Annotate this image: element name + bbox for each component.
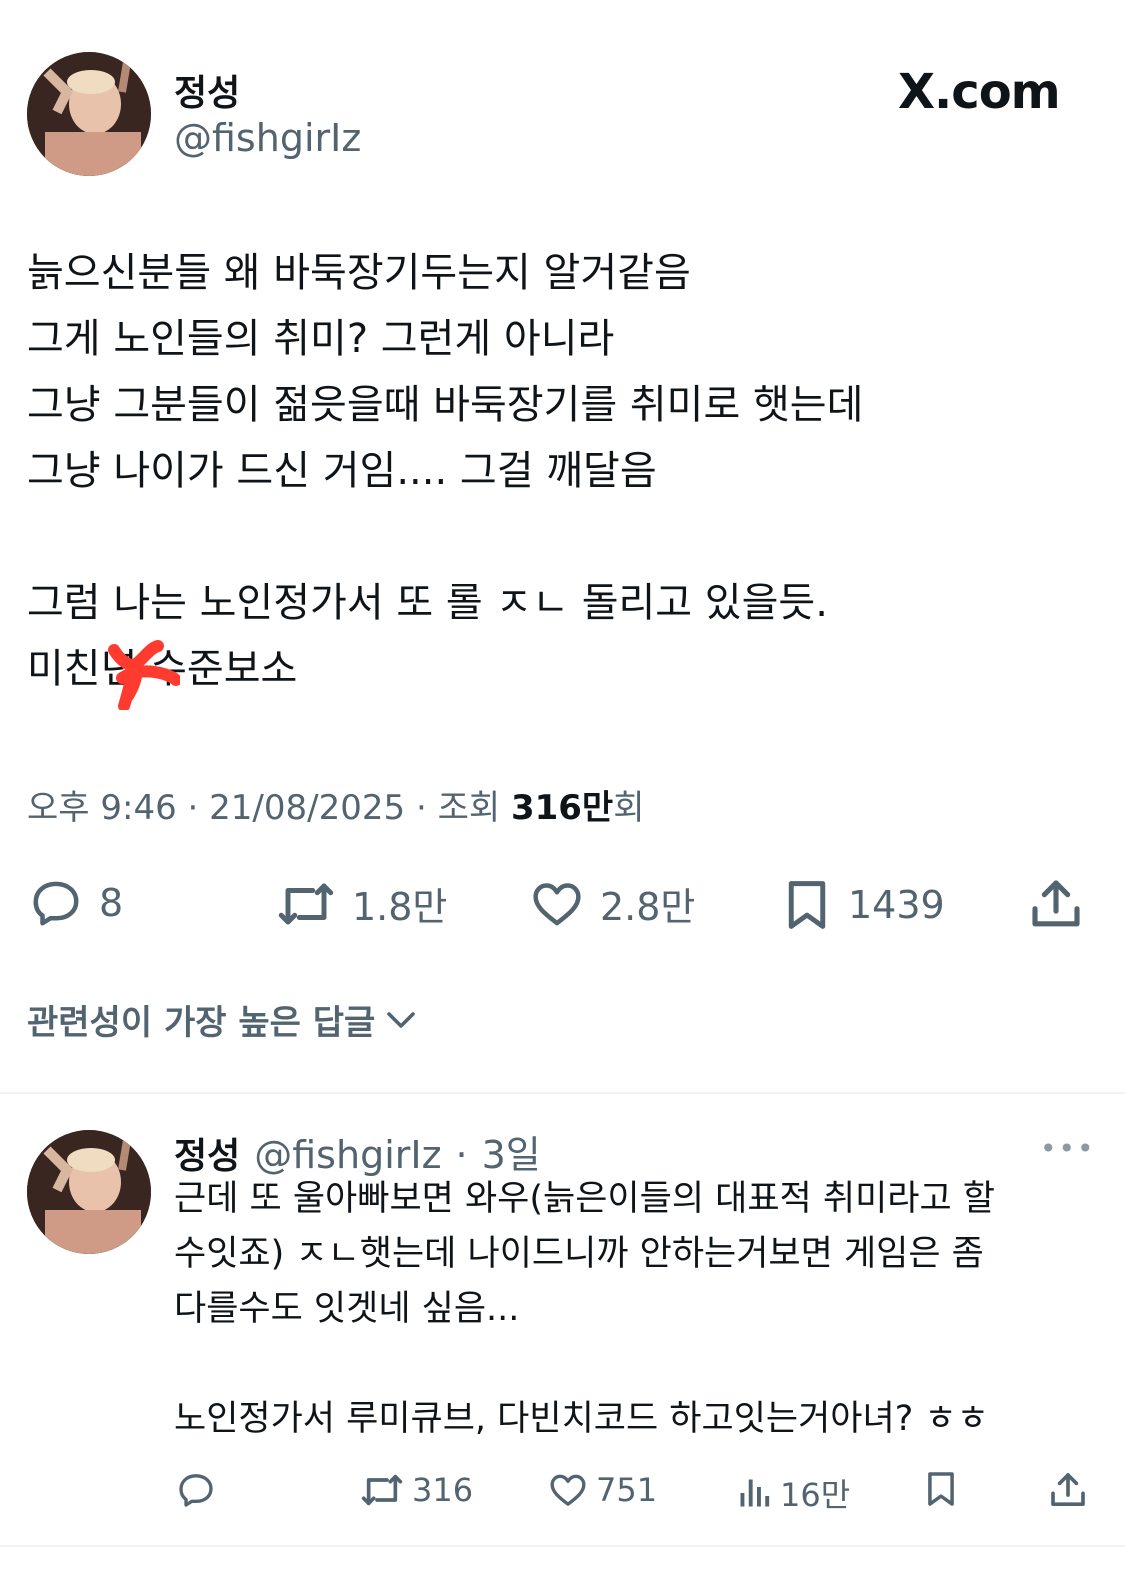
share-button[interactable] xyxy=(1028,876,1084,932)
share-icon xyxy=(1051,1473,1085,1506)
reply-button[interactable]: 8 xyxy=(27,876,123,930)
reply-separator: · xyxy=(455,1133,468,1177)
x-logo-text: X.com xyxy=(898,64,1061,120)
reply-age[interactable]: 3일 xyxy=(482,1124,541,1179)
views-count: 316만 xyxy=(510,788,614,828)
bookmark-icon xyxy=(928,1472,954,1506)
section-divider xyxy=(0,1092,1125,1094)
bottom-divider xyxy=(0,1545,1125,1547)
author-avatar[interactable] xyxy=(27,52,151,176)
comment-icon xyxy=(179,1474,213,1507)
repost-icon xyxy=(278,883,334,924)
reply-like-button[interactable]: 751 xyxy=(548,1470,657,1510)
tweet-time[interactable]: 오후 9:46 xyxy=(27,788,177,828)
bookmark-icon xyxy=(788,881,826,929)
reply-avatar-photo xyxy=(27,1130,151,1254)
reply-like-count: 751 xyxy=(596,1471,658,1509)
bookmark-count: 1439 xyxy=(848,883,945,927)
reply-text: 근데 또 울아빠보면 와우(늙은이들의 대표적 취미라고 할 수잇죠) ㅈㄴ햇는… xyxy=(174,1179,996,1439)
reply-comment-button[interactable] xyxy=(176,1470,216,1510)
bookmark-button[interactable]: 1439 xyxy=(780,876,945,934)
tweet-text: 늙으신분들 왜 바둑장기두는지 알거같음 그게 노인들의 취미? 그런게 아니라… xyxy=(27,250,864,692)
reply-views-count: 16만 xyxy=(780,1476,851,1514)
reply-views-button[interactable]: 16만 xyxy=(736,1470,850,1516)
avatar-photo xyxy=(27,52,151,176)
tweet-meta: 오후 9:46 · 21/08/2025 · 조회 316만회 xyxy=(27,788,645,828)
tweet-date[interactable]: 21/08/2025 xyxy=(209,788,405,828)
heart-icon xyxy=(550,1474,586,1506)
author-name[interactable]: 정성 xyxy=(174,64,240,116)
comment-icon xyxy=(33,881,79,926)
reply-bookmark-button[interactable] xyxy=(922,1468,960,1510)
reply-repost-count: 316 xyxy=(412,1471,474,1509)
analytics-icon xyxy=(740,1479,770,1507)
author-handle[interactable]: @fishgirIz xyxy=(174,116,361,160)
reply-sort-label: 관련성이 가장 높은 답글 xyxy=(27,1003,376,1043)
chevron-down-icon xyxy=(387,1011,416,1028)
reply-header: 정성 @fishgirIz · 3일 xyxy=(174,1124,541,1179)
reply-sort-dropdown[interactable]: 관련성이 가장 높은 답글 xyxy=(27,995,419,1044)
reply-avatar[interactable] xyxy=(27,1130,151,1254)
more-options-button[interactable]: ••• xyxy=(1040,1132,1096,1165)
repost-icon xyxy=(361,1474,403,1506)
like-count: 2.8만 xyxy=(600,885,696,929)
like-button[interactable]: 2.8만 xyxy=(528,876,695,931)
censor-scribble xyxy=(108,640,180,710)
repost-count: 1.8만 xyxy=(352,885,448,929)
reply-repost-button[interactable]: 316 xyxy=(360,1470,473,1510)
reply-author-handle[interactable]: @fishgirIz xyxy=(254,1133,441,1177)
views-label: 조회 xyxy=(437,788,501,828)
repost-button[interactable]: 1.8만 xyxy=(274,876,447,931)
reply-share-button[interactable] xyxy=(1048,1470,1088,1510)
reply-count: 8 xyxy=(99,881,124,925)
share-icon xyxy=(1032,880,1080,927)
heart-icon xyxy=(533,882,581,925)
views-suffix: 회 xyxy=(613,788,645,828)
